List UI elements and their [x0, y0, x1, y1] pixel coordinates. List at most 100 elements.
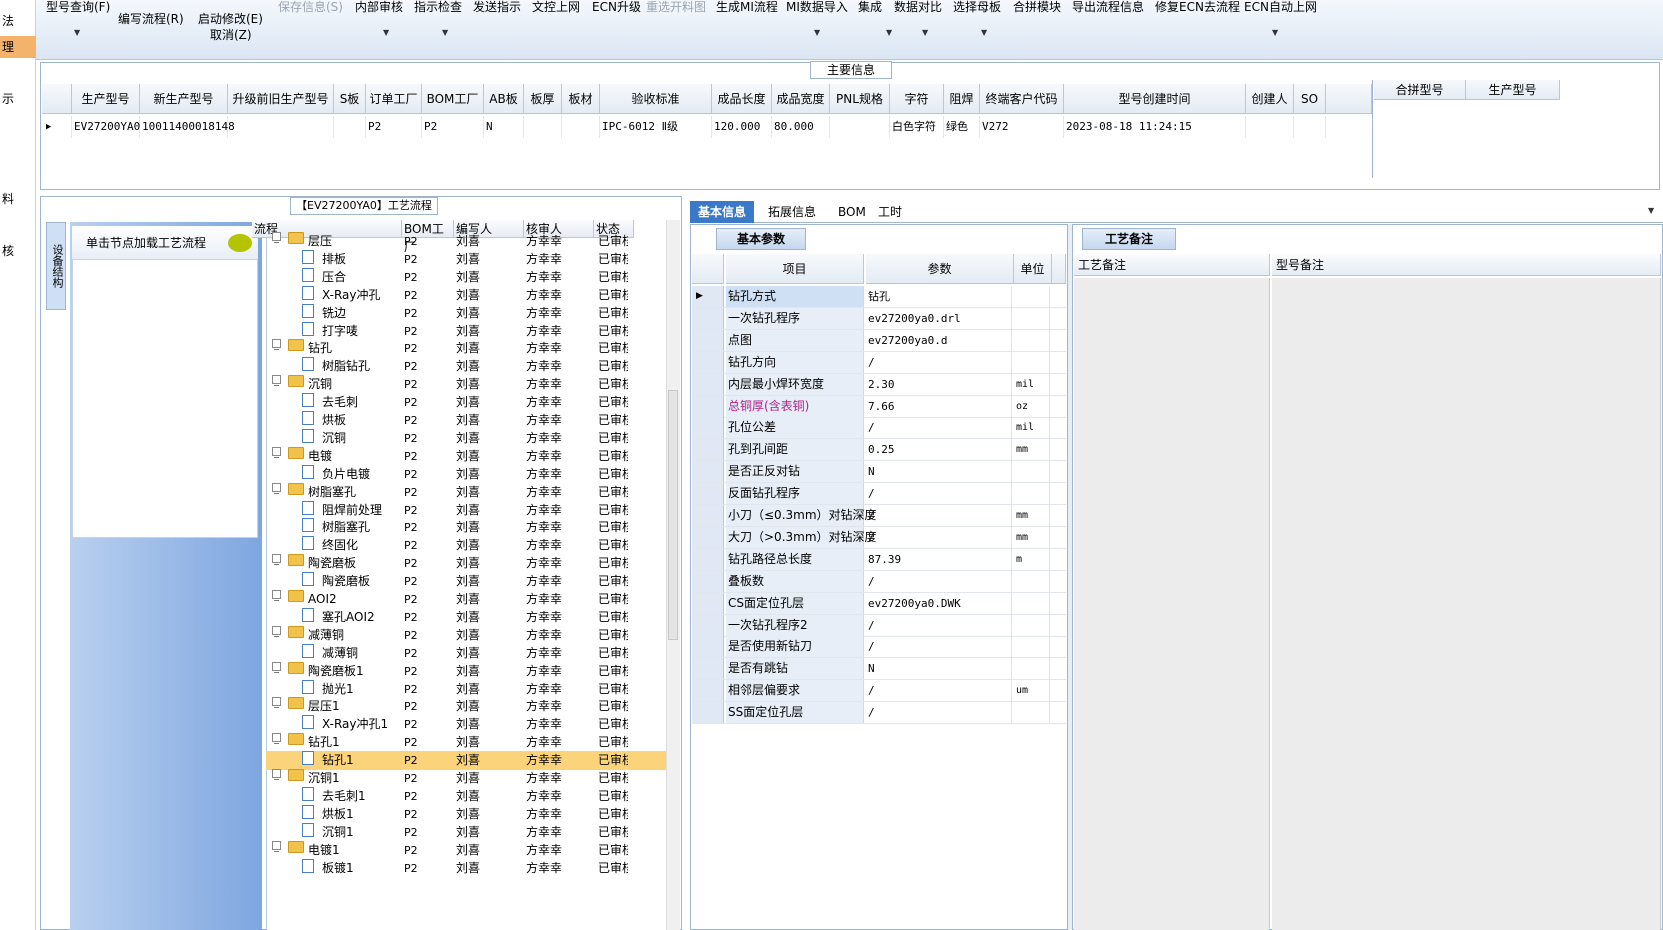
main-info-column-header[interactable]: PNL规格: [830, 84, 890, 114]
flow-row[interactable]: 减薄铜 P2 刘喜 方幸幸 已审核: [266, 643, 666, 663]
toolbar-button[interactable]: 型号查询(F): [46, 0, 110, 14]
toolbar-button-sub[interactable]: 取消(Z): [210, 28, 252, 42]
main-info-column-header[interactable]: 板厚: [524, 84, 562, 114]
param-value[interactable]: N: [866, 658, 1012, 680]
chevron-down-icon[interactable]: ▼: [814, 28, 820, 37]
basic-param-row[interactable]: 一次钻孔程序 ev27200ya0.drl: [692, 307, 1066, 330]
param-value[interactable]: 7.66: [866, 395, 1012, 417]
main-info-cell[interactable]: [1246, 116, 1294, 138]
basic-param-row[interactable]: 内层最小焊环宽度 2.30 mil: [692, 373, 1066, 396]
flow-row[interactable]: 树脂钻孔 P2 刘喜 方幸幸 已审核: [266, 357, 666, 376]
flow-row[interactable]: 烘板1 P2 刘喜 方幸幸 已审核: [266, 804, 666, 824]
flow-row[interactable]: 沉铜 P2 刘喜 方幸幸 已审核: [266, 428, 666, 448]
basic-param-row[interactable]: ▶ 钻孔方式 钻孔: [692, 286, 1066, 308]
collapse-icon[interactable]: −: [272, 661, 281, 677]
flow-row[interactable]: − 电镀1 P2 刘喜 方幸幸 已审核: [266, 840, 666, 860]
main-info-cell[interactable]: 80.000: [772, 116, 830, 138]
param-value[interactable]: 2.30: [866, 373, 1012, 395]
main-info-column-header[interactable]: 验收标准: [600, 84, 712, 114]
flow-row[interactable]: 陶瓷磨板 P2 刘喜 方幸幸 已审核: [266, 572, 666, 591]
flow-row[interactable]: X-Ray冲孔 P2 刘喜 方幸幸 已审核: [266, 285, 666, 305]
basic-param-row[interactable]: 孔位公差 / mil: [692, 417, 1066, 440]
model-notes-body[interactable]: [1272, 278, 1661, 930]
main-info-cell[interactable]: P2: [366, 116, 422, 138]
main-info-column-header[interactable]: 阻焊: [944, 84, 980, 114]
param-value[interactable]: /: [866, 570, 1012, 592]
toolbar-button[interactable]: 集成: [858, 0, 882, 14]
collapse-icon[interactable]: −: [272, 769, 281, 784]
param-value[interactable]: 87.39: [866, 548, 1012, 570]
flow-row[interactable]: 负片电镀 P2 刘喜 方幸幸 已审核: [266, 464, 666, 484]
tab-1[interactable]: 拓展信息: [760, 201, 824, 223]
side-tab-device-structure[interactable]: 设备结构: [46, 222, 66, 310]
main-info-column-header[interactable]: 板材: [562, 84, 600, 114]
flow-row[interactable]: 去毛刺1 P2 刘喜 方幸幸 已审核: [266, 786, 666, 806]
chevron-down-icon[interactable]: ▼: [1648, 206, 1654, 215]
main-info-cell[interactable]: [334, 116, 366, 138]
collapse-icon[interactable]: −: [272, 840, 281, 856]
toolbar-button[interactable]: 重选开料图: [646, 0, 706, 14]
param-value[interactable]: N: [866, 461, 1012, 483]
left-nav-item[interactable]: 法: [2, 12, 14, 29]
left-nav-item[interactable]: 料: [2, 190, 14, 207]
flow-row[interactable]: 铣边 P2 刘喜 方幸幸 已审核: [266, 303, 666, 323]
basic-param-row[interactable]: 反面钻孔程序 /: [692, 483, 1066, 506]
collapse-icon[interactable]: −: [272, 232, 281, 247]
main-info-column-header[interactable]: S板: [334, 84, 366, 114]
basic-param-row[interactable]: 大刀（>0.3mm）对钻深度 / mm: [692, 526, 1066, 549]
process-notes-body[interactable]: [1074, 278, 1270, 930]
main-info-column-header[interactable]: 终端客户代码: [980, 84, 1064, 114]
main-info-cell[interactable]: [1294, 116, 1326, 138]
collapse-icon[interactable]: −: [272, 697, 281, 712]
toolbar-button[interactable]: 合拼模块: [1013, 0, 1061, 14]
toolbar-button[interactable]: 选择母板: [953, 0, 1001, 14]
param-value[interactable]: /: [866, 526, 1012, 548]
main-info-cell[interactable]: EV27200YA0: [72, 116, 140, 138]
toolbar-button[interactable]: 生成MI流程: [716, 0, 778, 14]
basic-param-row[interactable]: 点图 ev27200ya0.d: [692, 329, 1066, 352]
flow-row[interactable]: 排板 P2 刘喜 方幸幸 已审核: [266, 249, 666, 269]
toolbar-button[interactable]: ECN自动上网: [1244, 0, 1317, 14]
flow-row[interactable]: 烘板 P2 刘喜 方幸幸 已审核: [266, 411, 666, 430]
basic-column-header[interactable]: 项目: [726, 254, 864, 284]
left-nav-item[interactable]: 核: [2, 242, 14, 259]
collapse-icon[interactable]: −: [272, 554, 281, 569]
collapse-icon[interactable]: −: [272, 733, 281, 748]
collapse-icon[interactable]: −: [272, 375, 281, 390]
main-info-cell[interactable]: 绿色: [944, 116, 980, 138]
flow-row[interactable]: − 沉铜 P2 刘喜 方幸幸 已审核: [266, 375, 666, 394]
basic-param-row[interactable]: 叠板数 /: [692, 570, 1066, 593]
main-info-column-header[interactable]: 升级前旧生产型号: [228, 84, 334, 114]
main-info-column-header[interactable]: 型号创建时间: [1064, 84, 1246, 114]
flow-row[interactable]: 终固化 P2 刘喜 方幸幸 已审核: [266, 536, 666, 555]
main-info-cell[interactable]: [228, 116, 334, 138]
main-info-column-header[interactable]: AB板: [484, 84, 524, 114]
param-value[interactable]: 0.25: [866, 439, 1012, 461]
flow-row[interactable]: − 层压 P2 刘喜 方幸幸 已审核: [266, 232, 666, 251]
side-column-header[interactable]: 生产型号: [1466, 80, 1560, 100]
main-info-column-header[interactable]: BOM工厂: [422, 84, 484, 114]
collapse-icon[interactable]: −: [272, 339, 281, 354]
main-info-cell[interactable]: V272: [980, 116, 1064, 138]
param-value[interactable]: /: [866, 483, 1012, 505]
main-info-column-header[interactable]: 成品长度: [712, 84, 772, 114]
param-value[interactable]: /: [866, 505, 1012, 526]
flow-row[interactable]: − 树脂塞孔 P2 刘喜 方幸幸 已审核: [266, 482, 666, 502]
main-info-cell[interactable]: P2: [422, 116, 484, 138]
tab-0[interactable]: 基本信息: [690, 201, 755, 223]
flow-row[interactable]: − 减薄铜 P2 刘喜 方幸幸 已审核: [266, 625, 666, 645]
main-info-cell[interactable]: N: [484, 116, 524, 138]
flow-row[interactable]: − 陶瓷磨板1 P2 刘喜 方幸幸 已审核: [266, 661, 666, 681]
flow-row[interactable]: 打字唛 P2 刘喜 方幸幸 已审核: [266, 321, 666, 341]
left-nav-item-selected[interactable]: 理: [0, 36, 36, 58]
main-info-column-header[interactable]: 成品宽度: [772, 84, 830, 114]
basic-param-row[interactable]: 相邻层偏要求 / um: [692, 680, 1066, 703]
param-value[interactable]: ev27200ya0.drl: [866, 307, 1012, 329]
param-value[interactable]: ev27200ya0.d: [866, 329, 1012, 351]
notes-column-header[interactable]: 工艺备注: [1074, 254, 1270, 276]
main-info-cell[interactable]: 2023-08-18 11:24:15: [1064, 116, 1246, 138]
tab-2[interactable]: BOM: [830, 201, 874, 223]
toolbar-button[interactable]: 保存信息(S): [278, 0, 343, 14]
main-info-cell[interactable]: [524, 116, 562, 138]
chevron-down-icon[interactable]: ▼: [442, 28, 448, 37]
